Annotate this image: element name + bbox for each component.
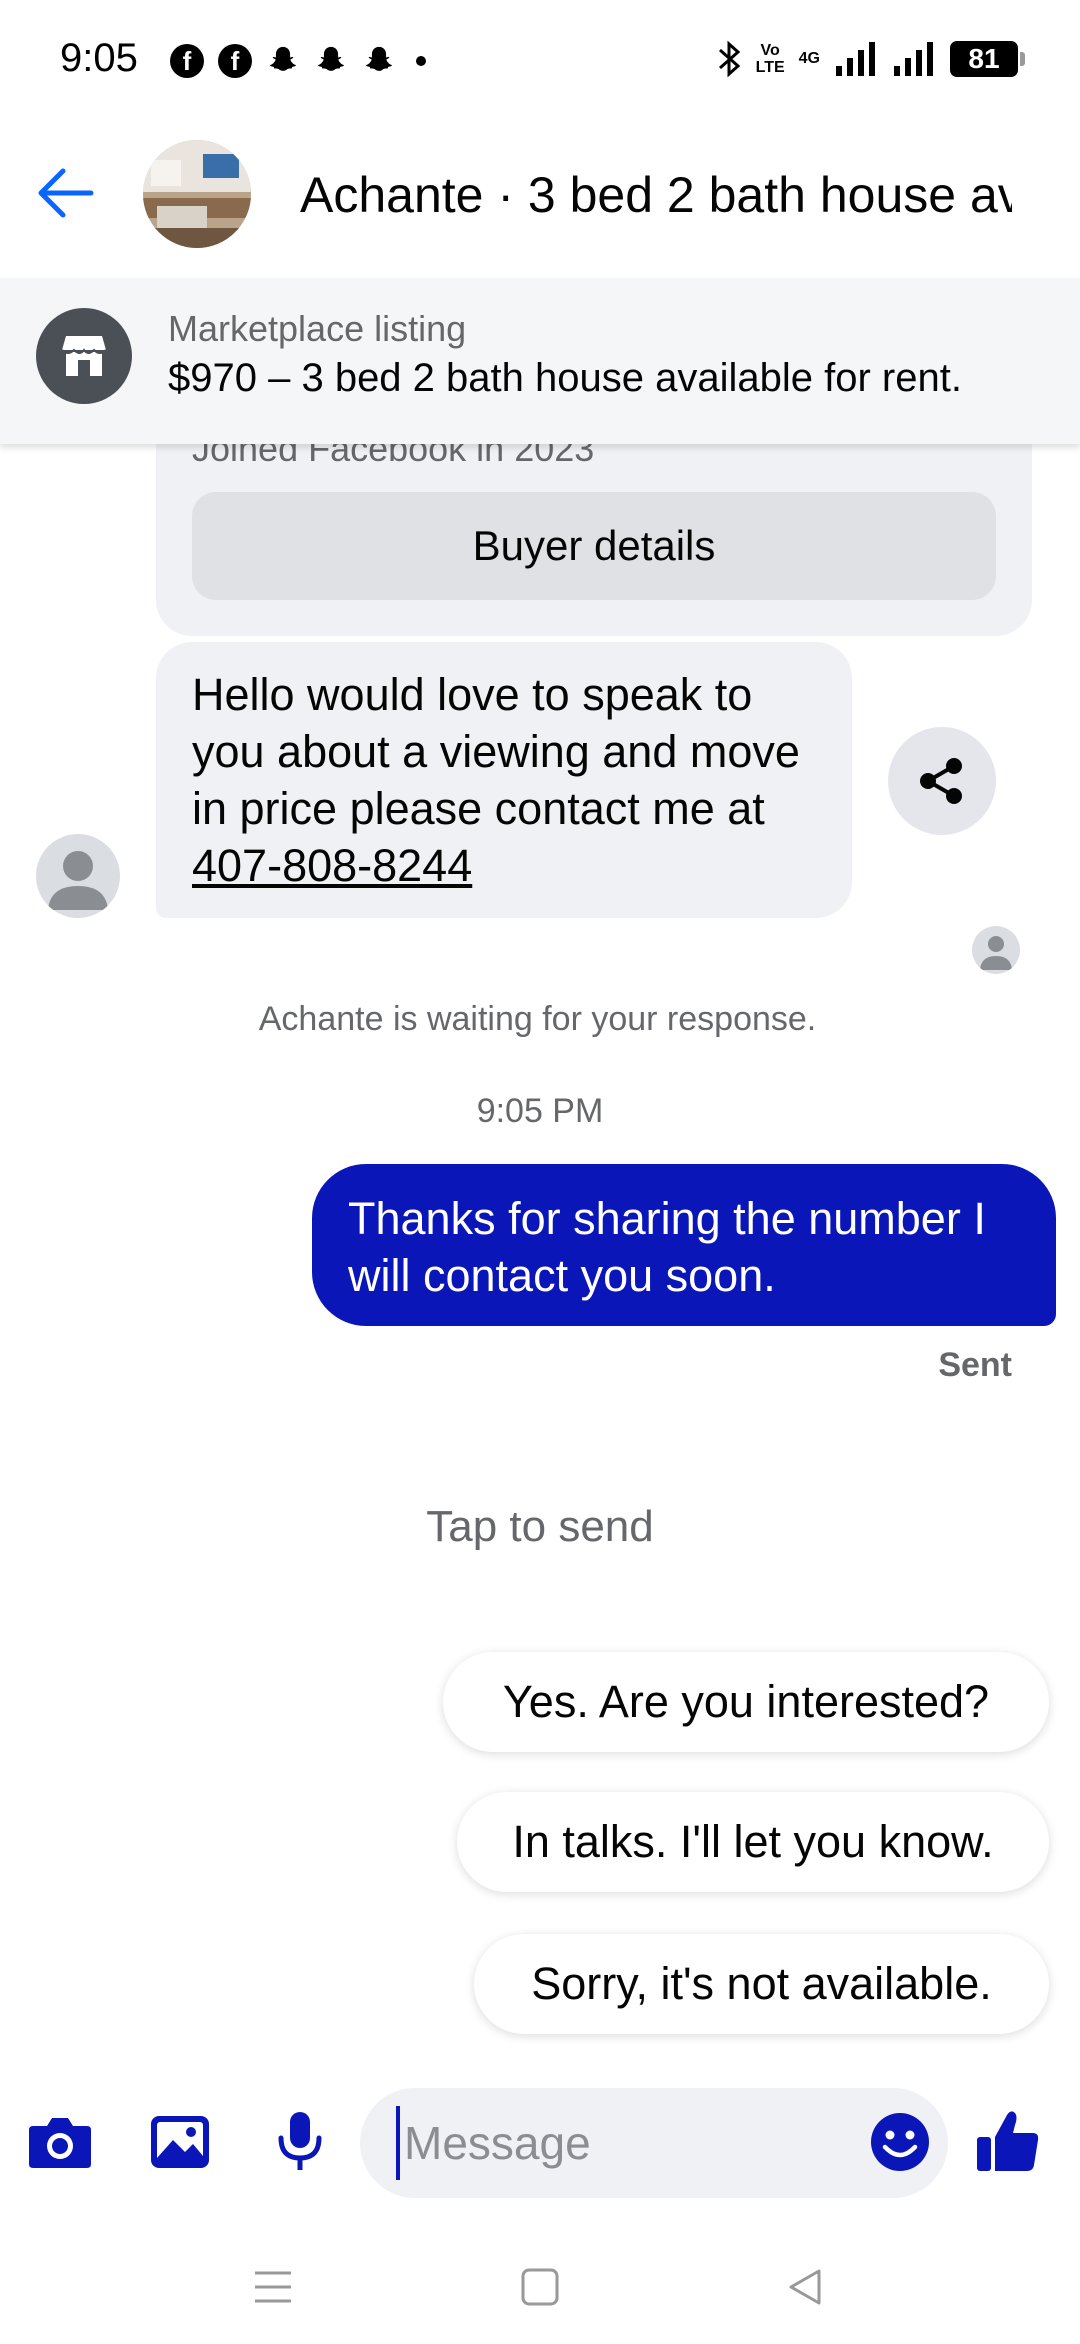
sent-status: Sent xyxy=(938,1346,1012,1384)
arrow-left-icon xyxy=(38,168,94,218)
conversation-title[interactable]: Achante · 3 bed 2 bath house available f… xyxy=(300,166,1012,224)
snapchat-icon xyxy=(318,46,344,71)
more-notifications-dot xyxy=(416,56,426,66)
incoming-message-text: Hello would love to speak to you about a… xyxy=(192,669,800,834)
message-input[interactable] xyxy=(396,2106,856,2180)
system-navigation-bar xyxy=(0,2230,1080,2344)
waiting-for-response-text: Achante is waiting for your response. xyxy=(258,1000,817,1038)
volte-label: Vo xyxy=(760,42,780,59)
outgoing-message-text: Thanks for sharing the number I will con… xyxy=(348,1193,986,1301)
back-button[interactable] xyxy=(30,158,100,228)
network-type: 4G xyxy=(798,50,820,67)
gallery-button[interactable] xyxy=(142,2104,218,2180)
signal-icon xyxy=(836,42,875,76)
quick-reply-button[interactable]: Yes. Are you interested? xyxy=(443,1652,1049,1752)
person-icon xyxy=(980,936,1012,970)
message-box xyxy=(360,2088,948,2198)
triangle-back-icon xyxy=(789,2269,821,2305)
microphone-button[interactable] xyxy=(262,2104,338,2180)
quick-reply-button[interactable]: In talks. I'll let you know. xyxy=(457,1792,1049,1892)
snapchat-icon xyxy=(270,46,296,71)
image-icon xyxy=(151,2116,209,2168)
message-composer xyxy=(0,2080,1080,2204)
buyer-details-button[interactable]: Buyer details xyxy=(192,492,996,600)
outgoing-message-bubble[interactable]: Thanks for sharing the number I will con… xyxy=(312,1164,1056,1326)
listing-title: $970 – 3 bed 2 bath house available for … xyxy=(168,356,962,400)
phone-number-link[interactable]: 407-808-8244 xyxy=(192,840,472,891)
sender-avatar[interactable] xyxy=(36,834,120,918)
system-back-button[interactable] xyxy=(770,2252,840,2322)
smiley-icon xyxy=(871,2113,929,2171)
tap-to-send-label: Tap to send xyxy=(426,1502,654,1551)
incoming-message-bubble[interactable]: Hello would love to speak to you about a… xyxy=(156,642,852,918)
volte-indicator: Vo LTE xyxy=(756,42,785,76)
menu-icon xyxy=(255,2271,291,2303)
listing-subtitle: Marketplace listing xyxy=(168,308,467,349)
thumbs-up-icon xyxy=(977,2111,1039,2171)
read-receipt-avatar xyxy=(972,926,1020,974)
quick-reply-button[interactable]: Sorry, it's not available. xyxy=(474,1934,1049,2034)
camera-icon xyxy=(29,2118,91,2168)
like-button[interactable] xyxy=(970,2104,1046,2180)
facebook-icon: f xyxy=(170,44,204,78)
signal-icon xyxy=(894,42,933,76)
person-icon xyxy=(48,851,108,910)
emoji-button[interactable] xyxy=(860,2102,940,2182)
message-timestamp: 9:05 PM xyxy=(476,1092,604,1130)
facebook-icon: f xyxy=(218,44,252,78)
listing-photo xyxy=(143,140,251,248)
share-button[interactable] xyxy=(888,727,996,835)
home-square-icon xyxy=(521,2268,559,2306)
marketplace-listing-banner[interactable]: Marketplace listing $970 – 3 bed 2 bath … xyxy=(0,278,1080,444)
notification-icons: f f xyxy=(170,44,426,78)
status-time: 9:05 xyxy=(60,36,138,80)
recent-apps-button[interactable] xyxy=(238,2252,308,2322)
storefront-icon xyxy=(36,308,132,404)
listing-photo-avatar[interactable] xyxy=(143,140,251,248)
camera-button[interactable] xyxy=(22,2104,98,2180)
microphone-icon xyxy=(278,2112,322,2170)
conversation-header: Achante · 3 bed 2 bath house available f… xyxy=(0,120,1080,278)
snapchat-icon xyxy=(366,46,392,71)
battery-indicator: 81 xyxy=(950,41,1025,77)
share-icon xyxy=(920,758,962,804)
home-button[interactable] xyxy=(505,2252,575,2322)
status-bar: 9:05 f f Vo LTE 4G 81 xyxy=(0,0,1080,120)
system-icons: Vo LTE 4G 81 xyxy=(716,40,1025,78)
lte-label: LTE xyxy=(755,59,785,76)
bluetooth-icon xyxy=(718,40,740,78)
